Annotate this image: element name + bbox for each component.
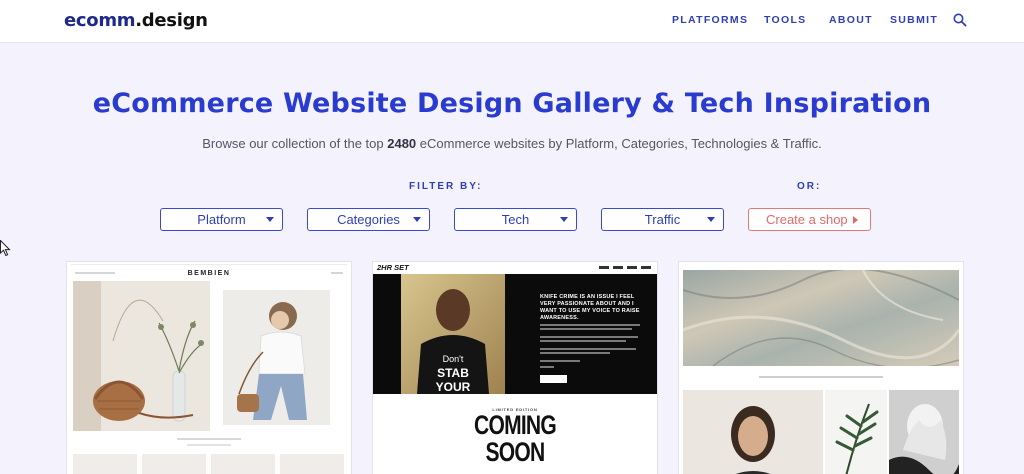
nav-submit[interactable]: SUBMIT	[890, 14, 938, 26]
model-illustration	[683, 390, 823, 474]
marble-illustration	[683, 270, 959, 366]
search-icon[interactable]	[953, 13, 967, 27]
soon-word: SOON	[485, 437, 546, 467]
caret-down-icon	[266, 217, 274, 222]
logo-part2: .design	[135, 10, 208, 31]
coming-soon-text: COMING SOON	[404, 412, 626, 466]
model-photo	[683, 390, 823, 474]
site-count: 2480	[387, 136, 417, 151]
caret-down-icon	[413, 217, 421, 222]
marble-banner	[683, 270, 959, 366]
quote-text: KNIFE CRIME IS AN ISSUE I FEEL VERY PASS…	[540, 294, 640, 321]
plant-photo	[825, 390, 887, 474]
basket-illustration	[73, 281, 210, 431]
body-line	[540, 336, 638, 338]
caret-right-icon	[853, 216, 858, 224]
caption-line	[759, 376, 883, 378]
body-line	[540, 328, 632, 330]
product-thumbnail	[280, 454, 344, 474]
caret-down-icon	[560, 217, 568, 222]
bw-illustration	[889, 390, 959, 474]
bw-photo	[889, 390, 959, 474]
subtitle-pre: Browse our collection of the top	[202, 136, 388, 151]
nav-about[interactable]: ABOUT	[829, 14, 873, 26]
portrait-illustration: Don't STAB YOUR	[401, 274, 505, 394]
traffic-dropdown-label: Traffic	[644, 212, 681, 227]
platform-dropdown-label: Platform	[197, 212, 246, 227]
platform-dropdown[interactable]: Platform	[160, 208, 283, 231]
card-topline	[71, 264, 347, 267]
product-thumbnail	[142, 454, 206, 474]
site-header: ecomm.design PLATFORMS TOOLS ABOUT SUBMI…	[0, 0, 1024, 43]
body-line	[540, 324, 640, 326]
categories-dropdown-label: Categories	[337, 212, 400, 227]
body-line	[540, 348, 636, 350]
shirt-text-line2: STAB	[437, 366, 469, 380]
mouse-cursor-icon	[0, 240, 11, 257]
gallery-card-bembien[interactable]: BEMBIEN	[67, 262, 351, 474]
page-title: eCommerce Website Design Gallery & Tech …	[92, 88, 932, 119]
mini-shop-button	[540, 375, 567, 383]
logo-part1: ecomm	[64, 10, 136, 31]
or-label: OR:	[797, 181, 822, 192]
categories-dropdown[interactable]: Categories	[307, 208, 430, 231]
page-subtitle: Browse our collection of the top 2480 eC…	[0, 136, 1024, 151]
nav-platforms[interactable]: PLATFORMS	[672, 14, 748, 26]
tech-dropdown-label: Tech	[501, 212, 530, 227]
basket-photo	[73, 281, 210, 431]
body-line	[540, 366, 554, 368]
card-topbar	[679, 262, 963, 270]
plant-illustration	[825, 390, 887, 474]
body-line	[540, 352, 610, 354]
shirt-text-line1: Don't	[443, 354, 464, 364]
model-photo	[223, 290, 330, 425]
create-shop-button[interactable]: Create a shop	[748, 208, 871, 231]
gallery-card-marble[interactable]	[679, 262, 963, 474]
tech-dropdown[interactable]: Tech	[454, 208, 577, 231]
gallery-card-2hrset[interactable]: 2HR SET Don't STAB YOUR KNIFE CRIME IS A…	[373, 262, 657, 474]
coming-word: COMING	[474, 410, 557, 440]
filter-by-label: FILTER BY:	[409, 181, 483, 192]
subtitle-post: eCommerce websites by Platform, Categori…	[416, 136, 822, 151]
card-brand: BEMBIEN	[187, 270, 231, 277]
product-thumbnail	[73, 454, 137, 474]
mini-nav	[599, 266, 653, 269]
caret-down-icon	[707, 217, 715, 222]
body-line	[540, 360, 580, 362]
body-line	[540, 340, 626, 342]
portrait-photo: Don't STAB YOUR	[401, 274, 505, 394]
caption-line	[187, 444, 231, 446]
product-thumbnail	[211, 454, 275, 474]
shirt-text-line3: YOUR	[436, 380, 471, 394]
nav-tools[interactable]: TOOLS	[764, 14, 806, 26]
card-logo: 2HR SET	[377, 263, 409, 272]
caption-line	[177, 438, 241, 440]
create-shop-label: Create a shop	[766, 212, 848, 227]
traffic-dropdown[interactable]: Traffic	[601, 208, 724, 231]
model-illustration	[223, 290, 330, 425]
site-logo[interactable]: ecomm.design	[64, 10, 208, 31]
